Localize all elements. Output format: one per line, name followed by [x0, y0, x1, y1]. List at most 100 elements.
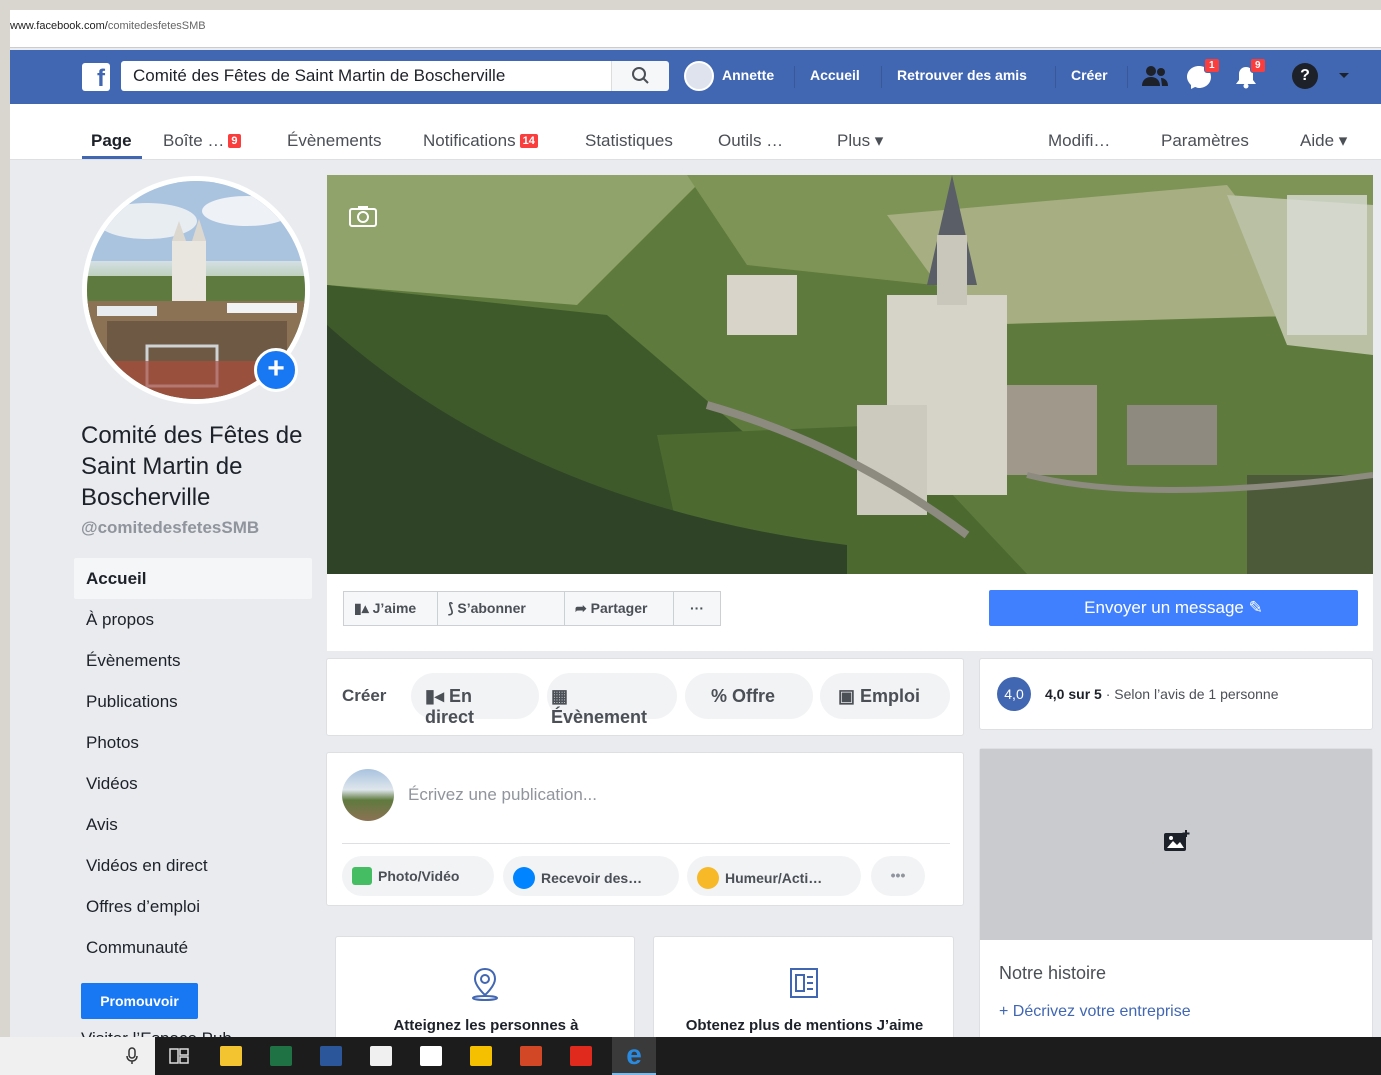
camera-icon[interactable] [349, 205, 377, 227]
create-event-button[interactable]: ▦ Évènement [547, 673, 677, 727]
rating-value: 4,0 sur 5 [1045, 686, 1102, 702]
feeling-activity-label: Humeur/Acti… [725, 870, 823, 886]
friend-requests-icon[interactable] [1141, 64, 1169, 88]
sidebar-item-photos[interactable]: Photos [74, 722, 312, 763]
sticky-notes-icon[interactable] [470, 1046, 492, 1066]
divider [1127, 66, 1128, 88]
rating-card: 4,0 4,0 sur 5 · Selon l’avis de 1 person… [979, 658, 1373, 730]
percent-tag-icon: % [711, 686, 733, 706]
divider [342, 843, 950, 844]
inbox-badge: 9 [228, 134, 241, 148]
briefcase-icon: ▣ [838, 686, 861, 706]
facebook-logo[interactable]: f [82, 63, 110, 92]
photo-icon [352, 867, 372, 885]
acrobat-icon[interactable] [570, 1046, 592, 1066]
more-actions-button[interactable]: ··· [673, 591, 721, 626]
get-messages-button[interactable]: Recevoir des… [503, 856, 679, 896]
task-view-icon[interactable] [168, 1047, 190, 1065]
tab-notifications[interactable]: Notifications 14 [423, 131, 538, 151]
story-photo-placeholder[interactable] [980, 749, 1372, 940]
describe-business-link[interactable]: + Décrivez votre entreprise [999, 1003, 1191, 1021]
tab-notifications-label: Notifications [423, 131, 516, 150]
photo-video-label: Photo/Vidéo [378, 868, 460, 884]
sidebar-item-about[interactable]: À propos [74, 599, 312, 640]
follow-button[interactable]: ⟆ S’abonner [437, 591, 565, 626]
tab-settings[interactable]: Paramètres [1161, 131, 1249, 151]
tab-page[interactable]: Page [91, 131, 132, 151]
tab-help[interactable]: Aide ▾ [1300, 131, 1347, 151]
like-label: J’aime [372, 600, 417, 616]
find-friends-link[interactable]: Retrouver des amis [897, 67, 1027, 83]
tab-inbox[interactable]: Boîte … 9 [163, 131, 241, 151]
sidebar-item-community[interactable]: Communauté [74, 927, 312, 968]
feeling-activity-button[interactable]: Humeur/Acti… [687, 856, 861, 896]
post-input[interactable]: Écrivez une publication... [408, 785, 597, 805]
powerpoint-icon[interactable] [520, 1046, 542, 1066]
notifications-badge: 9 [1250, 58, 1266, 73]
create-link[interactable]: Créer [1071, 67, 1108, 83]
sidebar-item-jobs[interactable]: Offres d’emploi [74, 886, 312, 927]
rating-score-badge: 4,0 [997, 677, 1031, 711]
location-pin-icon [472, 967, 498, 1001]
search-input[interactable]: Comité des Fêtes de Saint Martin de Bosc… [121, 61, 611, 91]
create-job-button[interactable]: ▣ Emploi [820, 673, 950, 719]
avatar[interactable] [684, 61, 714, 91]
create-offer-button[interactable]: % Offre [685, 673, 813, 719]
tab-edit[interactable]: Modifi… [1048, 131, 1110, 151]
search-button[interactable] [611, 61, 669, 91]
rating-text[interactable]: 4,0 sur 5 · Selon l’avis de 1 personne [1045, 686, 1279, 702]
facebook-top-bar: f Comité des Fêtes de Saint Martin de Bo… [10, 50, 1381, 104]
abbey-aerial-photo [327, 175, 1373, 574]
home-link[interactable]: Accueil [810, 67, 860, 83]
tab-tools[interactable]: Outils … [718, 131, 783, 151]
sidebar-item-reviews[interactable]: Avis [74, 804, 312, 845]
url-host: www.facebook.com/ [10, 20, 108, 32]
get-messages-label: Recevoir des… [541, 870, 643, 886]
avatar [342, 769, 394, 821]
sidebar-item-posts[interactable]: Publications [74, 681, 312, 722]
profile-link[interactable]: Annette [722, 67, 774, 83]
notifications-tab-badge: 14 [519, 134, 538, 148]
chevron-down-icon[interactable] [1338, 72, 1350, 80]
cover-photo[interactable] [327, 175, 1373, 574]
more-options-button[interactable]: ••• [871, 856, 925, 896]
help-icon[interactable]: ? [1292, 63, 1318, 89]
photo-video-button[interactable]: Photo/Vidéo [342, 856, 494, 896]
edge-browser-icon[interactable]: e [612, 1037, 656, 1075]
excel-icon[interactable] [270, 1046, 292, 1066]
sidebar-item-home[interactable]: Accueil [74, 558, 312, 599]
create-offer-label: Offre [732, 686, 776, 706]
like-button[interactable]: ▮▴ J’aime [343, 591, 438, 626]
file-explorer-icon[interactable] [220, 1046, 242, 1066]
search-icon [632, 67, 649, 84]
share-icon: ➦ [575, 600, 591, 616]
send-message-button[interactable]: Envoyer un message ✎ [989, 590, 1358, 626]
sidebar-item-events[interactable]: Évènements [74, 640, 312, 681]
tab-events[interactable]: Évènements [287, 131, 382, 151]
post-composer: Écrivez une publication... Photo/Vidéo R… [326, 752, 964, 906]
windows-taskbar: e [0, 1037, 1381, 1075]
create-live-button[interactable]: ▮◂ En direct [411, 673, 539, 727]
tab-inbox-label: Boîte … [163, 131, 225, 150]
microphone-icon[interactable] [126, 1047, 138, 1065]
divider [1055, 66, 1056, 88]
more-likes-title: Obtenez plus de mentions J’aime [685, 1017, 924, 1034]
page-handle[interactable]: @comitedesfetesSMB [81, 518, 259, 538]
address-bar[interactable]: www.facebook.com/comitedesfetesSMB [10, 10, 1381, 48]
active-tab-indicator [82, 156, 142, 159]
create-label: Créer [342, 686, 387, 705]
sidebar-item-live-videos[interactable]: Vidéos en direct [74, 845, 312, 886]
messages-badge: 1 [1204, 58, 1220, 73]
store-icon[interactable] [370, 1046, 392, 1066]
share-button[interactable]: ➦ Partager [564, 591, 674, 626]
word-icon[interactable] [320, 1046, 342, 1066]
page-actions-bar: ▮▴ J’aime ⟆ S’abonner ➦ Partager ··· Env… [327, 574, 1373, 651]
promote-button[interactable]: Promouvoir [81, 983, 198, 1019]
sidebar-item-videos[interactable]: Vidéos [74, 763, 312, 804]
create-job-label: Emploi [860, 686, 921, 706]
add-profile-photo-button[interactable]: + [254, 348, 298, 392]
tab-statistics[interactable]: Statistiques [585, 131, 673, 151]
mail-icon[interactable] [420, 1046, 442, 1066]
divider [881, 66, 882, 88]
tab-more[interactable]: Plus ▾ [837, 131, 883, 151]
